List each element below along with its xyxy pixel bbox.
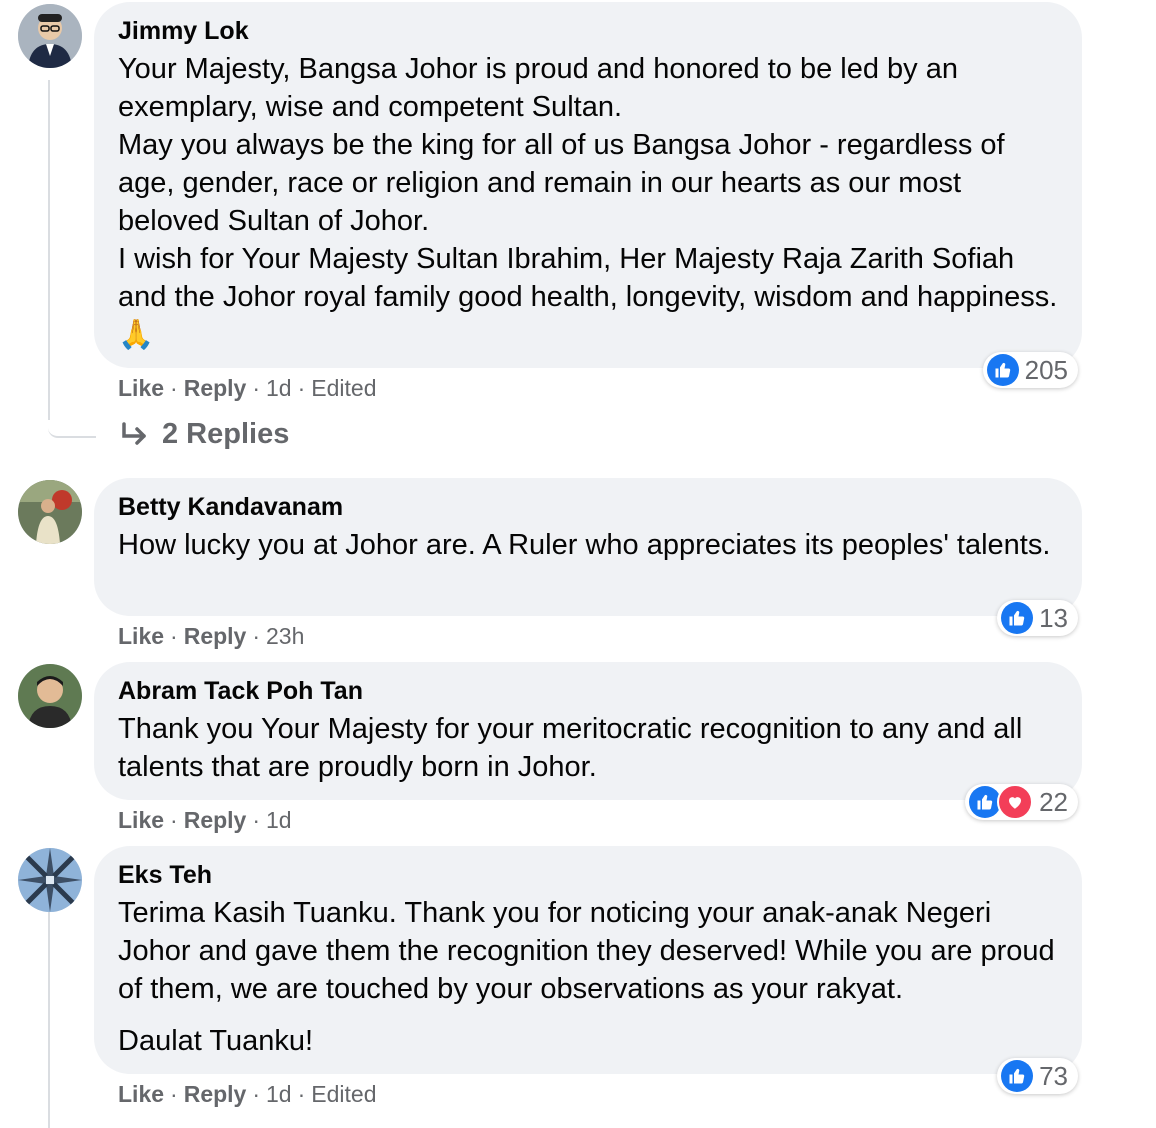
comment-actions: Like · Reply · 1d · Edited [118, 1081, 377, 1107]
avatar[interactable] [18, 664, 82, 728]
like-button[interactable]: Like [118, 807, 164, 833]
comment-actions: Like · Reply · 1d [118, 807, 292, 833]
reply-button[interactable]: Reply [184, 807, 247, 833]
comment-bubble: Betty Kandavanam How lucky you at Johor … [94, 478, 1082, 636]
comment-actions: Like · Reply · 23h [118, 623, 305, 649]
comment-timestamp[interactable]: 23h [266, 623, 304, 649]
reaction-summary[interactable]: 13 [997, 600, 1078, 636]
comment-timestamp[interactable]: 1d [266, 375, 292, 401]
thread-line [48, 912, 50, 1128]
comment-author[interactable]: Eks Teh [118, 860, 1058, 890]
view-replies-link[interactable]: 2 Replies [120, 418, 289, 451]
avatar[interactable] [18, 4, 82, 68]
like-reaction-icon [1001, 1060, 1034, 1092]
replies-label[interactable]: 2 Replies [162, 418, 289, 451]
reaction-summary[interactable]: 22 [965, 784, 1078, 820]
reaction-count: 73 [1039, 1060, 1068, 1091]
reaction-summary[interactable]: 73 [997, 1058, 1078, 1094]
comment: Abram Tack Poh Tan Thank you Your Majest… [94, 662, 1082, 834]
comment-bubble: Eks Teh Terima Kasih Tuanku. Thank you f… [94, 846, 1082, 1094]
comment: Jimmy Lok Your Majesty, Bangsa Johor is … [94, 2, 1082, 402]
edited-label: Edited [311, 1081, 377, 1107]
comment-author[interactable]: Betty Kandavanam [118, 492, 1058, 522]
comment-bubble: Jimmy Lok Your Majesty, Bangsa Johor is … [94, 2, 1082, 388]
comment-timestamp[interactable]: 1d [266, 1081, 292, 1107]
comment-text: Thank you Your Majesty for your meritocr… [118, 713, 1023, 783]
like-reaction-icon [986, 354, 1019, 386]
comment: Betty Kandavanam How lucky you at Johor … [94, 478, 1082, 650]
comment-bubble: Abram Tack Poh Tan Thank you Your Majest… [94, 662, 1082, 820]
comment-author[interactable]: Abram Tack Poh Tan [118, 676, 1058, 706]
avatar[interactable] [18, 848, 82, 912]
avatar[interactable] [18, 480, 82, 544]
comment-author[interactable]: Jimmy Lok [118, 16, 1058, 46]
avatar-photo [18, 848, 82, 912]
comment: Eks Teh Terima Kasih Tuanku. Thank you f… [94, 846, 1082, 1108]
comment-text: Daulat Tuanku! [118, 1025, 314, 1057]
avatar-photo [18, 480, 82, 544]
reply-button[interactable]: Reply [184, 375, 247, 401]
reply-arrow-icon [122, 421, 146, 445]
thread-line [48, 80, 50, 420]
reply-connector [48, 400, 96, 438]
comment-timestamp[interactable]: 1d [266, 807, 292, 833]
reply-button[interactable]: Reply [184, 623, 247, 649]
comment-text: Your Majesty, Bangsa Johor is proud and … [118, 53, 1058, 351]
avatar-photo [18, 664, 82, 728]
reaction-summary[interactable]: 205 [982, 352, 1078, 388]
avatar-photo [18, 4, 82, 68]
like-button[interactable]: Like [118, 375, 164, 401]
comment-text: Terima Kasih Tuanku. Thank you for notic… [118, 897, 1055, 1005]
love-reaction-icon [997, 784, 1034, 820]
comment-actions: Like · Reply · 1d · Edited [118, 375, 377, 401]
reaction-count: 205 [1024, 354, 1068, 385]
reaction-count: 22 [1039, 786, 1068, 817]
like-button[interactable]: Like [118, 623, 164, 649]
like-button[interactable]: Like [118, 1081, 164, 1107]
edited-label: Edited [311, 375, 377, 401]
reply-button[interactable]: Reply [184, 1081, 247, 1107]
reaction-count: 13 [1039, 602, 1068, 633]
like-reaction-icon [1001, 602, 1034, 634]
comment-text: How lucky you at Johor are. A Ruler who … [118, 529, 1051, 561]
